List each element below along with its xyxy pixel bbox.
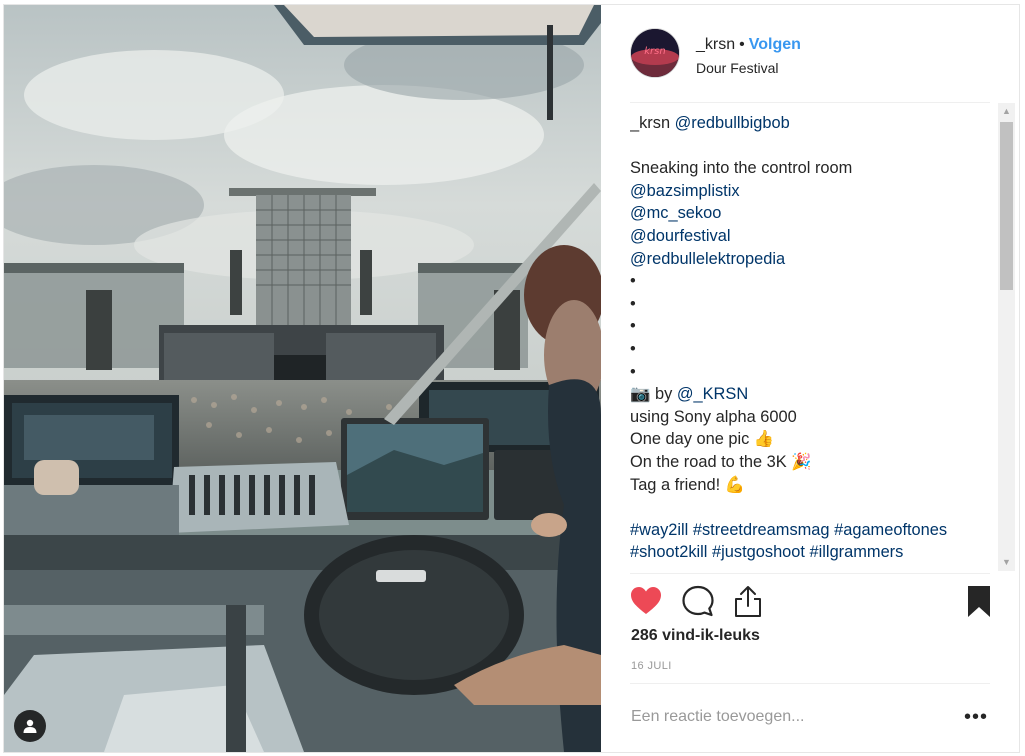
- separator-dot: •: [739, 36, 745, 53]
- caption-line: •: [630, 315, 996, 338]
- photo-credit-line: 📷 by @_KRSN: [630, 383, 996, 406]
- caption-text: •: [630, 294, 636, 313]
- hashtag-link[interactable]: #streetdreamsmag: [693, 521, 830, 539]
- comment-input[interactable]: [631, 705, 931, 729]
- caption-line: •: [630, 338, 996, 361]
- by-text: by: [654, 385, 673, 404]
- comment-icon[interactable]: [680, 583, 716, 619]
- location-link[interactable]: Dour Festival: [696, 60, 778, 76]
- camera-icon: 📷: [630, 385, 651, 404]
- heart-icon[interactable]: [628, 583, 664, 619]
- post-photo[interactable]: [4, 5, 601, 752]
- caption-line: •: [630, 361, 996, 384]
- scroll-up-arrow-icon[interactable]: ▲: [998, 103, 1015, 120]
- caption-first-line: _krsn @redbullbigbob: [630, 112, 996, 135]
- scroll-down-arrow-icon[interactable]: ▼: [998, 554, 1015, 571]
- caption-scrollbar[interactable]: ▲ ▼: [998, 103, 1015, 571]
- caption-text: •: [630, 272, 636, 291]
- user-line: _krsn • Volgen: [696, 35, 801, 55]
- caption-line: •: [630, 293, 996, 316]
- person-icon: [23, 719, 37, 733]
- caption-text: •: [630, 362, 636, 381]
- mention-link[interactable]: @redbullelektropedia: [630, 250, 785, 268]
- caption-line: One day one pic 👍: [630, 430, 775, 449]
- caption-lines: Sneaking into the control room @bazsimpli…: [630, 157, 996, 383]
- share-icon[interactable]: [730, 583, 766, 619]
- post-header: krsn _krsn • Volgen Dour Festival: [602, 5, 1020, 101]
- avatar-image: krsn: [631, 29, 679, 77]
- mention-line: @redbullelektropedia: [630, 248, 996, 271]
- caption-lines-2: using Sony alpha 6000 One day one pic 👍 On…: [630, 406, 996, 496]
- mention-link[interactable]: @mc_sekoo: [630, 204, 721, 222]
- hashtags-line: #way2ill #streetdreamsmag #agameoftones: [630, 519, 996, 542]
- post-side-panel: krsn _krsn • Volgen Dour Festival _krsn @r…: [602, 5, 1020, 752]
- caption-text: Sneaking into the control room: [630, 159, 853, 178]
- mention-line: @dourfestival: [630, 225, 996, 248]
- scrollbar-thumb[interactable]: [1000, 122, 1013, 290]
- follow-button[interactable]: Volgen: [749, 36, 801, 53]
- more-options-button[interactable]: •••: [964, 705, 988, 729]
- divider: [630, 573, 990, 574]
- caption-line: Sneaking into the control room: [630, 157, 996, 180]
- mention-line: @bazsimplistix: [630, 180, 996, 203]
- likes-count[interactable]: 286 vind-ik-leuks: [631, 627, 760, 645]
- divider: [630, 102, 990, 103]
- username-link[interactable]: _krsn: [696, 36, 735, 53]
- mention-link[interactable]: @bazsimplistix: [630, 182, 740, 200]
- hashtag-link[interactable]: #shoot2kill: [630, 543, 707, 561]
- svg-text:krsn: krsn: [644, 46, 665, 57]
- caption-comments[interactable]: _krsn @redbullbigbob Sneaking into the c…: [630, 112, 996, 570]
- caption-line: •: [630, 270, 996, 293]
- profile-avatar[interactable]: krsn: [630, 28, 680, 78]
- tag-people-button[interactable]: [14, 710, 46, 742]
- festival-control-room-photo: [4, 5, 601, 752]
- mention-line: @mc_sekoo: [630, 202, 996, 225]
- bookmark-icon[interactable]: [961, 583, 997, 619]
- caption-text: •: [630, 339, 636, 358]
- hashtag-link[interactable]: #justgoshoot: [712, 543, 805, 561]
- caption-author[interactable]: _krsn: [630, 114, 670, 132]
- mention-link[interactable]: @dourfestival: [630, 227, 730, 245]
- mention-link[interactable]: @redbullbigbob: [675, 114, 790, 132]
- caption-line: On the road to the 3K 🎉: [630, 452, 812, 471]
- caption-line: Tag a friend! 💪: [630, 475, 746, 494]
- mention-link[interactable]: @_KRSN: [677, 385, 748, 403]
- hashtag-link[interactable]: #illgrammers: [810, 543, 904, 561]
- hashtags-line: #shoot2kill #justgoshoot #illgrammers: [630, 541, 996, 564]
- action-bar: [628, 583, 992, 619]
- caption-text: •: [630, 317, 636, 336]
- hashtag-link[interactable]: #way2ill: [630, 521, 688, 539]
- divider: [630, 683, 990, 684]
- post-date[interactable]: 16 JULI: [631, 660, 672, 672]
- hashtag-link[interactable]: #agameoftones: [834, 521, 947, 539]
- caption-line: using Sony alpha 6000: [630, 407, 797, 426]
